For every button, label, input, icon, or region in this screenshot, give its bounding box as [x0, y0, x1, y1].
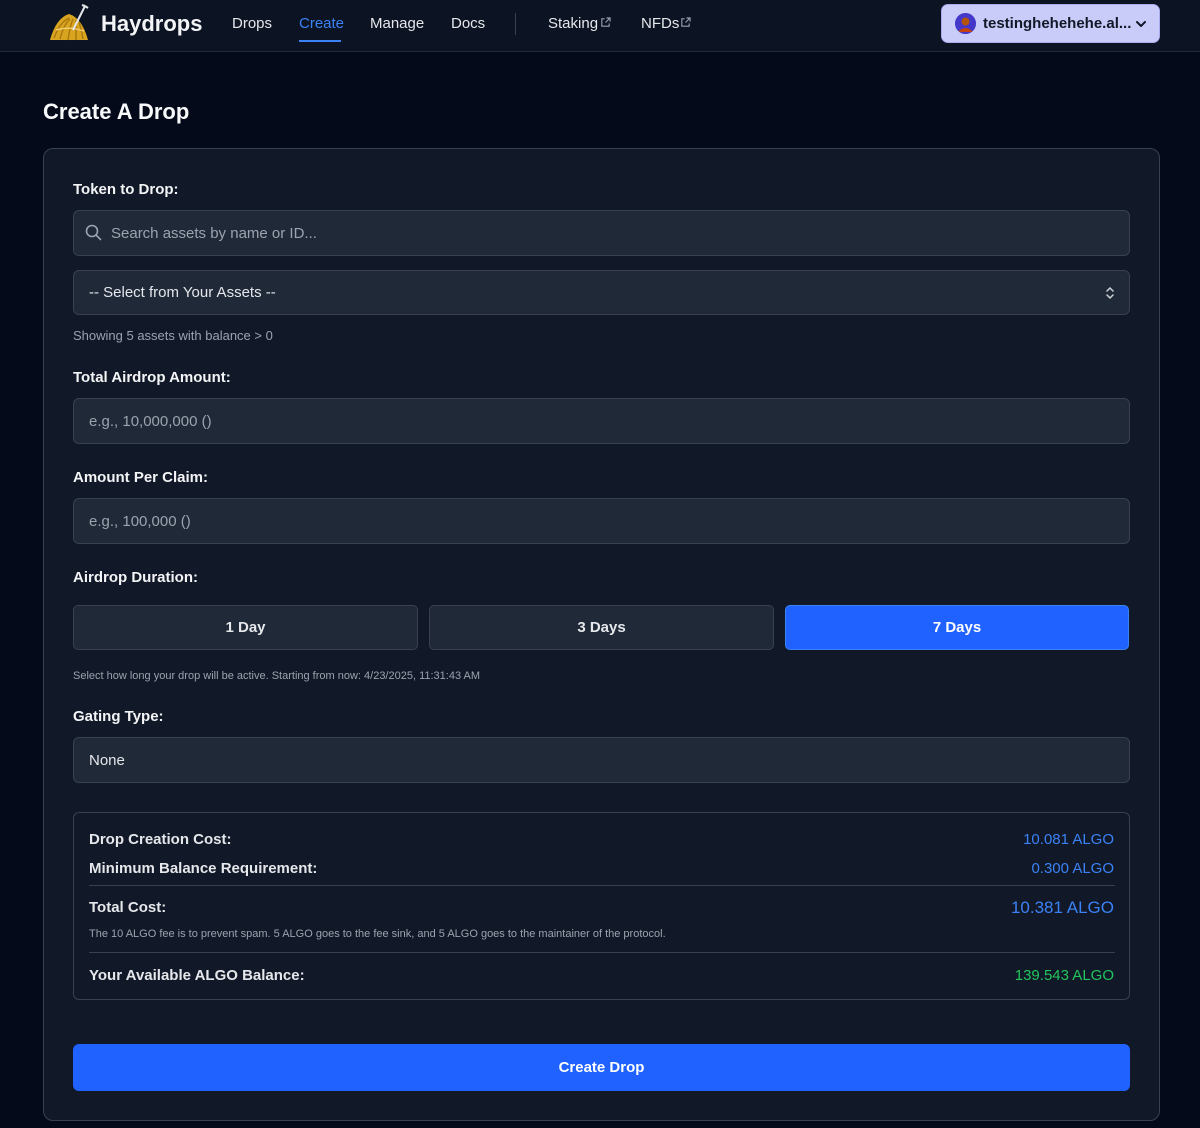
- duration-3-days-button[interactable]: 3 Days: [429, 605, 774, 650]
- assets-count-hint: Showing 5 assets with balance > 0: [73, 328, 273, 343]
- nav-link-nfds[interactable]: NFDs: [641, 15, 679, 32]
- nav-link-drops[interactable]: Drops: [232, 15, 272, 32]
- create-drop-button[interactable]: Create Drop: [73, 1044, 1130, 1091]
- total-cost-value: 10.381 ALGO: [1010, 898, 1114, 917]
- avatar-icon: [955, 13, 976, 34]
- nav-link-create[interactable]: Create: [299, 15, 344, 32]
- nav-link-manage[interactable]: Manage: [370, 15, 424, 32]
- cost-divider: [89, 952, 1115, 953]
- fee-note: The 10 ALGO fee is to prevent spam. 5 AL…: [89, 928, 666, 940]
- asset-search-input[interactable]: [73, 210, 1130, 256]
- per-claim-label: Amount Per Claim:: [73, 469, 209, 486]
- select-updown-icon: [1106, 286, 1114, 300]
- nav-link-docs[interactable]: Docs: [451, 15, 485, 32]
- active-tab-underline: [299, 40, 341, 42]
- duration-hint: Select how long your drop will be active…: [73, 670, 481, 682]
- duration-1-day-button[interactable]: 1 Day: [73, 605, 418, 650]
- gating-type-value: None: [89, 752, 125, 769]
- gating-type-select[interactable]: None: [73, 737, 1130, 783]
- gating-label: Gating Type:: [73, 708, 164, 725]
- creation-cost-label: Drop Creation Cost:: [89, 831, 232, 848]
- external-link-icon: [681, 17, 691, 27]
- chevron-down-icon: [1136, 21, 1146, 27]
- nav-divider: [515, 13, 516, 35]
- total-amount-input[interactable]: [73, 398, 1130, 444]
- per-claim-input[interactable]: [73, 498, 1130, 544]
- min-balance-label: Minimum Balance Requirement:: [89, 860, 318, 877]
- nav-link-staking[interactable]: Staking: [548, 15, 598, 32]
- min-balance-value: 0.300 ALGO: [1031, 860, 1114, 877]
- asset-select[interactable]: -- Select from Your Assets --: [73, 270, 1130, 315]
- external-link-icon: [601, 17, 611, 27]
- total-cost-label: Total Cost:: [89, 899, 167, 916]
- available-balance-label: Your Available ALGO Balance:: [89, 967, 305, 984]
- token-label: Token to Drop:: [73, 181, 179, 198]
- available-balance-value: 139.543 ALGO: [1014, 967, 1114, 984]
- duration-7-days-button[interactable]: 7 Days: [785, 605, 1129, 650]
- wallet-address: testinghehehehe.al...: [983, 15, 1132, 32]
- cost-divider: [89, 885, 1115, 886]
- total-amount-label: Total Airdrop Amount:: [73, 369, 231, 386]
- haystack-logo-icon[interactable]: [46, 4, 92, 44]
- cost-summary: Drop Creation Cost: 10.081 ALGO Minimum …: [73, 812, 1130, 1000]
- page-title: Create A Drop: [43, 99, 190, 124]
- avatar: [955, 13, 976, 34]
- brand-name[interactable]: Haydrops: [101, 11, 202, 37]
- creation-cost-value: 10.081 ALGO: [1023, 831, 1114, 848]
- search-icon: [85, 224, 102, 241]
- asset-select-value: -- Select from Your Assets --: [89, 284, 276, 301]
- top-nav: Haydrops Drops Create Manage Docs Stakin…: [0, 0, 1200, 52]
- wallet-button[interactable]: testinghehehehe.al...: [941, 4, 1160, 43]
- duration-label: Airdrop Duration:: [73, 569, 198, 586]
